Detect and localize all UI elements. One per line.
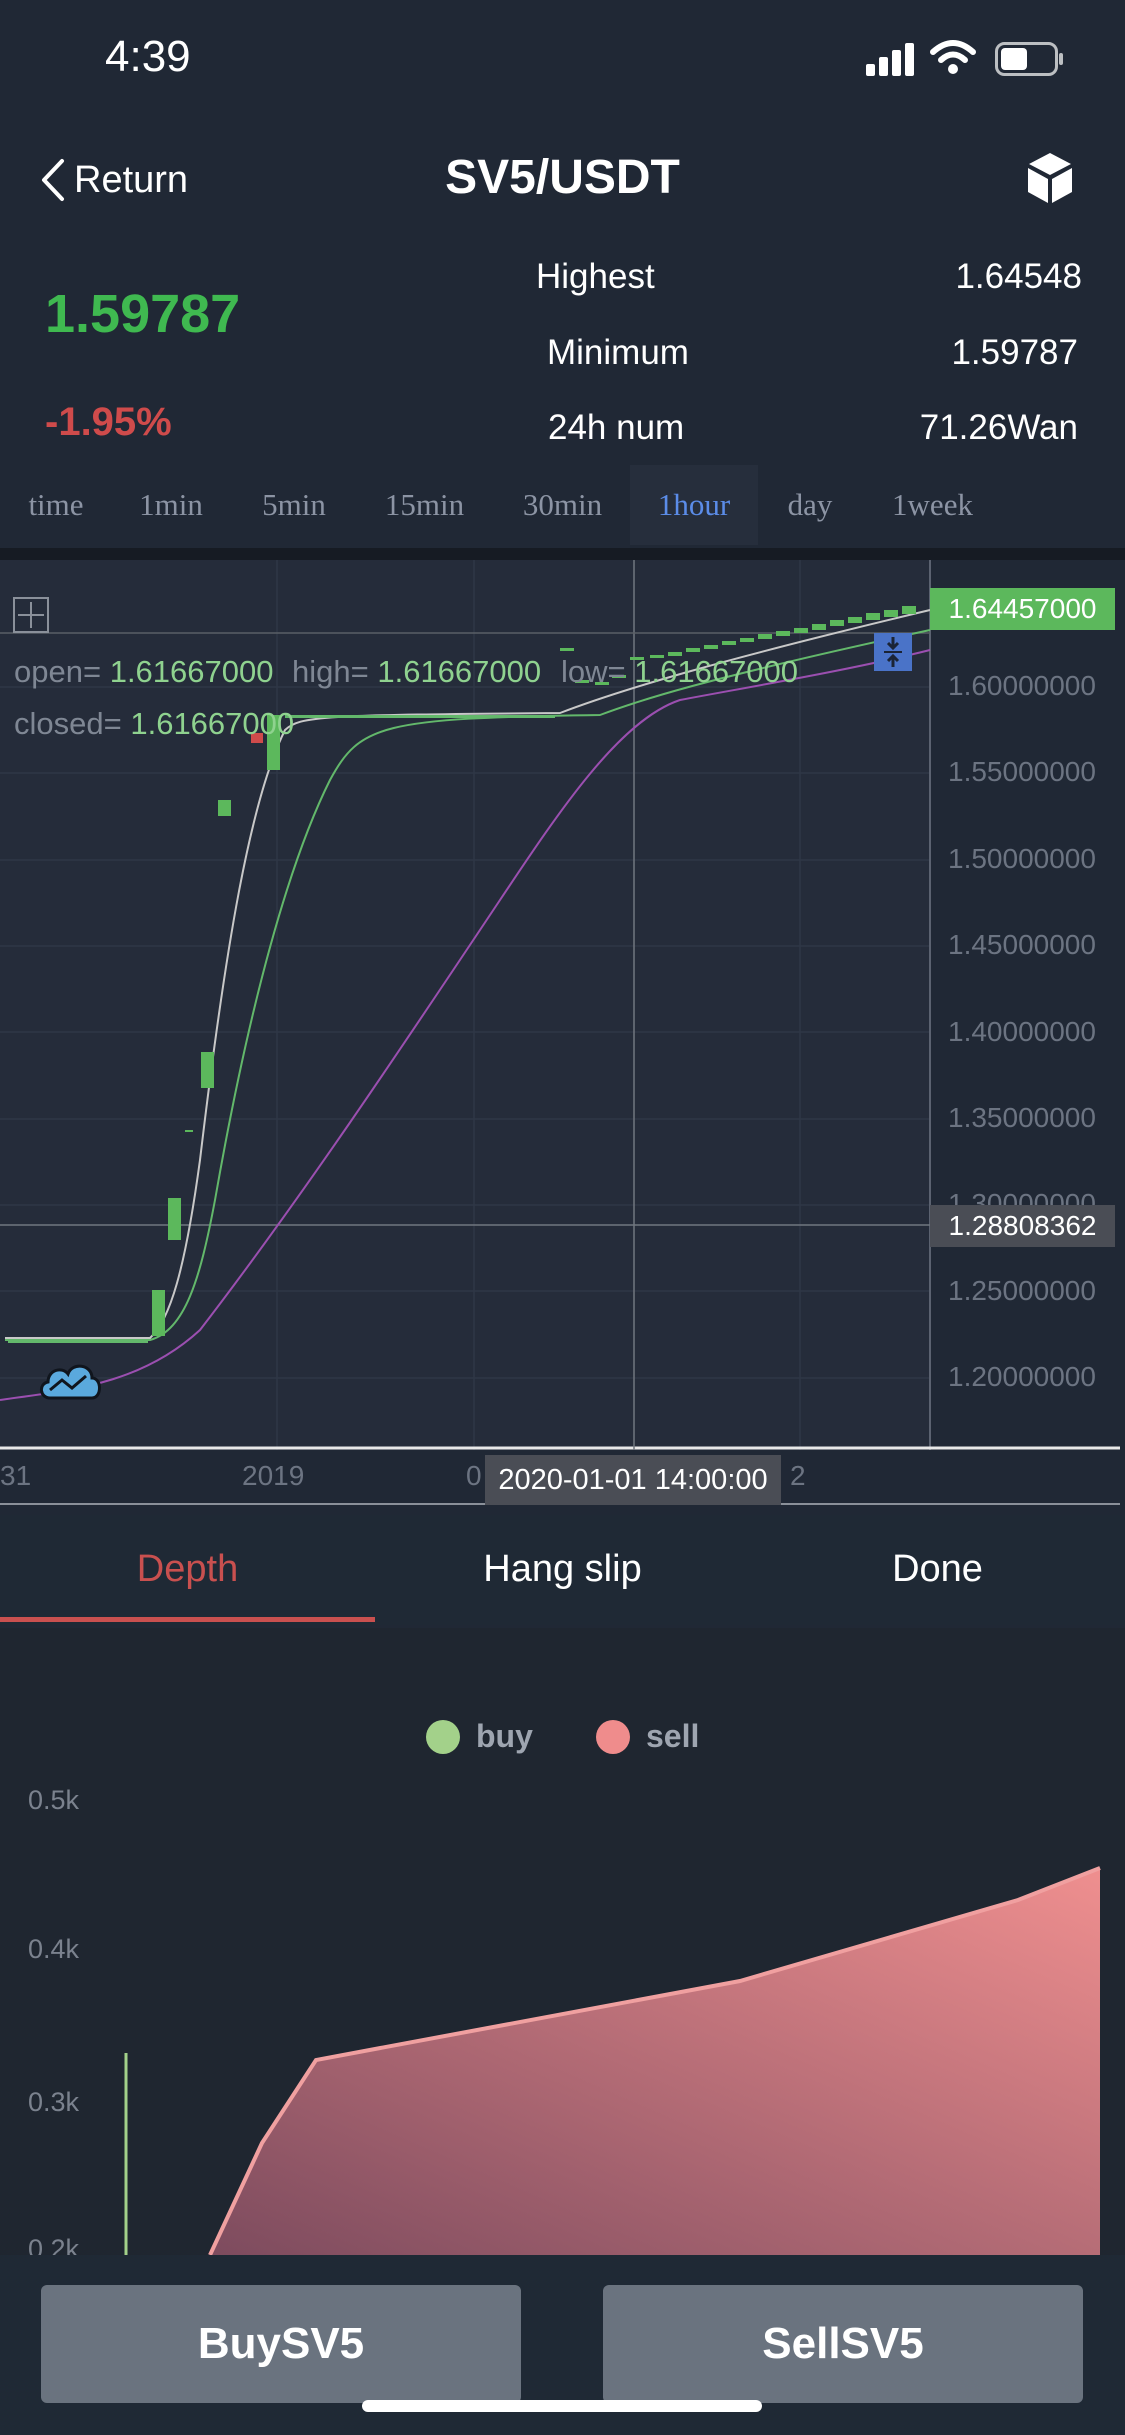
ohlc-low: low= 1.61667000: [561, 654, 798, 690]
stat-highest-label: Highest: [536, 257, 655, 296]
interval-tab-5min[interactable]: 5min: [244, 465, 344, 545]
ohlc-high-label: high=: [292, 654, 369, 689]
tab-hang-slip[interactable]: Hang slip: [375, 1515, 750, 1625]
stat-minimum-value: 1.59787: [951, 333, 1078, 372]
price-axis-label: 1.20000000: [948, 1361, 1096, 1392]
price-axis-label: 1.35000000: [948, 1102, 1096, 1133]
price-axis-label: 1.45000000: [948, 929, 1096, 960]
time-axis-label: 0: [466, 1460, 482, 1491]
cube-icon[interactable]: [1025, 150, 1075, 206]
time-axis-label: 2: [790, 1460, 806, 1491]
ohlc-close-label: closed=: [14, 706, 122, 741]
buy-button[interactable]: BuySV5: [41, 2285, 521, 2403]
kline-chart[interactable]: open= 1.61667000 high= 1.61667000 low= 1…: [0, 548, 1125, 1508]
stat-24h-label: 24h num: [548, 408, 685, 447]
battery-icon: [995, 42, 1063, 76]
ohlc-close: closed= 1.61667000: [14, 706, 294, 742]
cloud-logo-icon: [40, 1364, 101, 1400]
price-axis-label: 1.50000000: [948, 843, 1096, 874]
status-time: 4:39: [105, 32, 191, 81]
sell-button[interactable]: SellSV5: [603, 2285, 1083, 2403]
interval-tab-1hour[interactable]: 1hour: [630, 465, 758, 545]
ohlc-close-value: 1.61667000: [130, 706, 295, 741]
ohlc-open: open= 1.61667000: [14, 654, 273, 690]
change-percent: -1.95%: [45, 400, 172, 444]
interval-tab-15min[interactable]: 15min: [372, 465, 477, 545]
ohlc-high-value: 1.61667000: [377, 654, 542, 689]
ohlc-high: high= 1.61667000: [292, 654, 541, 690]
ohlc-open-value: 1.61667000: [109, 654, 274, 689]
price-axis-label: 1.25000000: [948, 1275, 1096, 1306]
stat-highest-value: 1.64548: [955, 257, 1082, 296]
ohlc-low-label: low=: [561, 654, 626, 689]
wifi-icon: [930, 40, 976, 74]
ohlc-low-value: 1.61667000: [634, 654, 799, 689]
time-axis-label: 31: [0, 1460, 32, 1491]
collapse-icon[interactable]: [874, 633, 912, 671]
crosshair-toggle-icon[interactable]: [12, 596, 50, 634]
interval-tab-1week[interactable]: 1week: [875, 465, 990, 545]
time-axis-label: 2019: [242, 1460, 305, 1491]
depth-chart[interactable]: buy sell 0.5k 0.4k 0.3k 0.2k: [0, 1628, 1125, 2255]
interval-tab-30min[interactable]: 30min: [505, 465, 620, 545]
cellular-signal-icon: [866, 42, 916, 76]
last-price-tag: 1.64457000: [930, 588, 1115, 630]
home-indicator: [362, 2400, 762, 2412]
stat-24h-value: 71.26Wan: [919, 408, 1078, 447]
ohlc-open-label: open=: [14, 654, 102, 689]
tab-done[interactable]: Done: [750, 1515, 1125, 1625]
interval-tab-time[interactable]: time: [10, 465, 102, 545]
price-axis-label: 1.40000000: [948, 1016, 1096, 1047]
last-price: 1.59787: [45, 284, 241, 344]
price-axis-label: 1.60000000: [948, 670, 1096, 701]
sell-depth-area: [210, 1868, 1100, 2255]
panel-tabs: Depth Hang slip Done: [0, 1515, 1125, 1625]
depth-svg: [124, 1866, 1101, 2255]
crosshair-price-tag: 1.28808362: [930, 1205, 1115, 1247]
price-axis-label: 1.55000000: [948, 756, 1096, 787]
active-tab-indicator: [0, 1617, 375, 1622]
page-title: SV5/USDT: [445, 151, 680, 204]
tab-depth[interactable]: Depth: [0, 1515, 375, 1625]
interval-tab-day[interactable]: day: [775, 465, 845, 545]
crosshair-time: 2020-01-01 14:00:00: [485, 1455, 781, 1505]
stat-minimum-label: Minimum: [547, 333, 689, 372]
interval-tab-1min[interactable]: 1min: [125, 465, 217, 545]
interval-tabs: time 1min 5min 15min 30min 1hour day 1we…: [0, 465, 1125, 545]
